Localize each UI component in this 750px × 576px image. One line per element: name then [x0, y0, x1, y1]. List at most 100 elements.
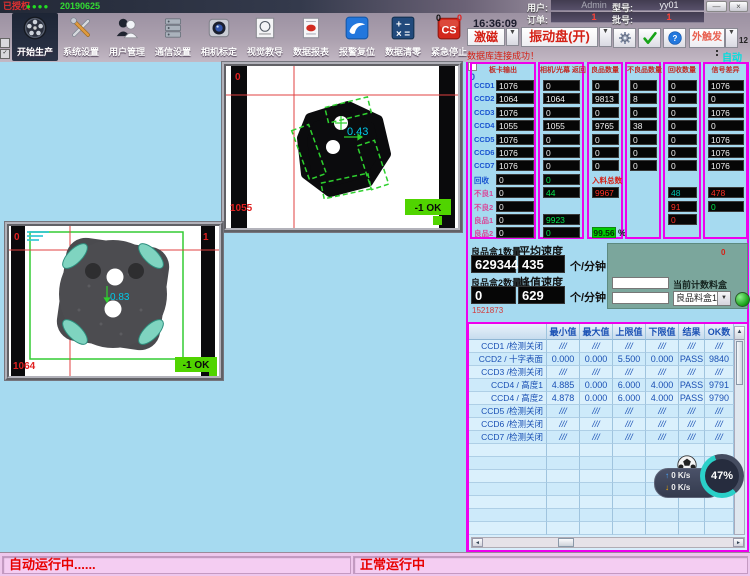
- toolbar-button-10[interactable]: CS紧急停止: [426, 13, 472, 61]
- help-button[interactable]: ?: [663, 28, 686, 48]
- signal-value-box: 0: [592, 147, 619, 158]
- table-row[interactable]: CCD6 /检测关闭//////////////////: [469, 418, 734, 431]
- measure-value: 0.83: [110, 292, 130, 303]
- signal-column-6: 信号差异10760107601076107610764780: [703, 62, 748, 239]
- results-cell: PASS: [679, 392, 705, 405]
- results-cell: [580, 509, 613, 522]
- users-icon: [114, 15, 140, 41]
- table-row[interactable]: [469, 509, 734, 522]
- excite-dropdown-icon[interactable]: ▼: [506, 28, 519, 46]
- results-cell: 6.000: [613, 392, 646, 405]
- settings-gear-button[interactable]: [613, 28, 636, 48]
- scroll-up-icon[interactable]: ▲: [735, 327, 744, 340]
- results-cell: [547, 509, 580, 522]
- table-row[interactable]: CCD3 /检测关闭//////////////////: [469, 366, 734, 379]
- signal-row-label: 回收: [474, 175, 489, 186]
- signal-value-box: 0: [630, 134, 657, 145]
- toolbar-button-3[interactable]: 用户管理: [104, 13, 150, 61]
- results-cell: [613, 496, 646, 509]
- toolbar-button-4[interactable]: 通信设置: [150, 13, 196, 61]
- hopper-select-value: 良品料盒1: [676, 293, 717, 303]
- hopper-select[interactable]: 良品料盒1 ▼: [673, 291, 731, 306]
- results-cell: ///: [705, 340, 734, 353]
- system-monitor-widget[interactable]: ↑ 0 K/s ↓ 0 K/s 47%: [648, 452, 748, 504]
- toolbar-button-9[interactable]: + −× = 数据清零: [380, 13, 426, 61]
- toolbar-button-7[interactable]: 数据报表: [288, 13, 334, 61]
- signal-column-header: 相机/光幕 返回: [540, 65, 582, 75]
- results-cell: [469, 522, 547, 535]
- toolbar-button-label: 数据清零: [380, 45, 426, 58]
- signal-value-box: 1076: [496, 134, 534, 145]
- close-button[interactable]: ×: [729, 1, 748, 12]
- signal-value-box: 0: [708, 120, 744, 131]
- signal-column-header: 板卡输出: [472, 65, 534, 75]
- minimize-button[interactable]: —: [706, 1, 727, 12]
- trigger-mode-combo[interactable]: 外触发: [689, 28, 725, 48]
- hopper-input-2[interactable]: [612, 292, 669, 304]
- data-clear-icon: + −× =: [390, 15, 416, 41]
- toolbar-button-label: 系统设置: [58, 45, 104, 58]
- signal-row-label: 不良1: [474, 188, 493, 199]
- resize-grip[interactable]: [209, 368, 217, 376]
- signal-value-box: 0: [496, 187, 534, 198]
- signal-value-box: 1064: [496, 93, 534, 104]
- signal-column-2: 相机/光幕 返回010640105500004499230: [538, 62, 584, 239]
- signal-value-box: 0: [496, 214, 534, 225]
- signal-value-box: 0: [708, 93, 744, 104]
- excite-combo[interactable]: 激磁: [467, 28, 505, 46]
- scroll-left-icon[interactable]: ◄: [472, 538, 483, 547]
- results-cell: ///: [580, 405, 613, 418]
- alarm-reset-icon: [344, 15, 370, 41]
- table-row[interactable]: CCD4 / 高度24.8780.0006.0004.000PASS9790: [469, 392, 734, 405]
- table-row[interactable]: [469, 522, 734, 535]
- camera-flag: 1: [203, 232, 209, 243]
- toolbar-button-1[interactable]: 开始生产: [12, 13, 58, 61]
- vibrator-combo[interactable]: 振动盘(开): [521, 27, 598, 47]
- table-row[interactable]: CCD7 /检测关闭//////////////////: [469, 431, 734, 444]
- usage-gauge[interactable]: 47%: [700, 454, 744, 498]
- hopper-input-1[interactable]: [612, 277, 669, 289]
- results-cell: 0.000: [646, 353, 679, 366]
- table-row[interactable]: CCD5 /检测关闭//////////////////: [469, 405, 734, 418]
- results-cell: ///: [646, 431, 679, 444]
- signal-column-header: 信号差异: [705, 65, 746, 75]
- toolbar-button-2[interactable]: 系统设置: [58, 13, 104, 61]
- table-row[interactable]: CCD2 / 十字表面0.0000.0005.5000.000PASS9840: [469, 353, 734, 366]
- results-cell: ///: [580, 431, 613, 444]
- signal-value-box: 478: [708, 187, 744, 198]
- status-bar: 自动运行中...... 正常运行中: [0, 552, 750, 576]
- signal-value-box: 1055: [543, 120, 580, 131]
- signal-row-label: CCD4: [474, 121, 494, 130]
- toolbar-button-8[interactable]: 报警复位: [334, 13, 380, 61]
- table-row[interactable]: CCD1 /检测关闭//////////////////: [469, 340, 734, 353]
- horizontal-scrollbar[interactable]: ◄ ►: [471, 537, 745, 548]
- error-counter: 0: [457, 13, 462, 23]
- toolbar-button-6[interactable]: 视觉教导: [242, 13, 288, 61]
- results-cell: ///: [547, 340, 580, 353]
- vertical-scroll-thumb[interactable]: [736, 341, 743, 385]
- status-dots: ●●●●: [26, 0, 49, 13]
- trigger-dropdown-icon[interactable]: ▼: [725, 28, 738, 48]
- results-cell: [469, 470, 547, 483]
- scroll-right-icon[interactable]: ►: [733, 538, 744, 547]
- table-row[interactable]: CCD4 / 高度14.8850.0006.0004.000PASS9791: [469, 379, 734, 392]
- signal-value-box: 0: [543, 174, 580, 185]
- chevron-down-icon[interactable]: ▼: [717, 292, 730, 305]
- signal-value-box: 1076: [708, 107, 744, 118]
- signal-value-box: 9765: [592, 120, 619, 131]
- vibrator-dropdown-icon[interactable]: ▼: [599, 27, 612, 47]
- results-cell: ///: [613, 340, 646, 353]
- horizontal-scroll-thumb[interactable]: [558, 538, 574, 547]
- results-cell: ///: [580, 366, 613, 379]
- toolbar-button-5[interactable]: 相机标定: [196, 13, 242, 61]
- results-cell: ///: [646, 405, 679, 418]
- results-cell: ///: [613, 405, 646, 418]
- question-icon: ?: [667, 30, 683, 46]
- side-panel-toggle[interactable]: ✓: [0, 38, 9, 58]
- resize-grip[interactable]: [433, 216, 442, 225]
- report-icon: [298, 15, 324, 41]
- results-cell: 0.000: [580, 379, 613, 392]
- confirm-check-button[interactable]: [638, 28, 661, 48]
- results-cell: ///: [705, 405, 734, 418]
- results-cell: ///: [580, 340, 613, 353]
